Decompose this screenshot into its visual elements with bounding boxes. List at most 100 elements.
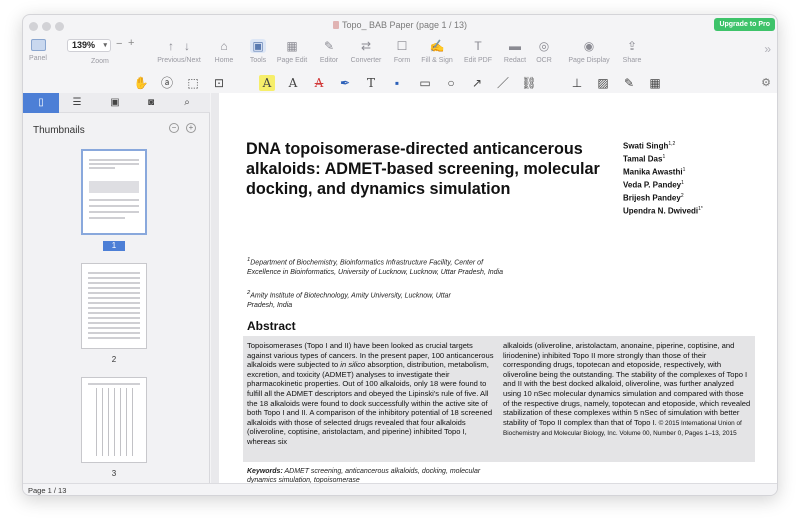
page-edit-label: Page Edit (276, 57, 308, 64)
more-tools-chevron-icon[interactable]: » (764, 42, 771, 56)
paper-title: DNA topoisomerase-directed anticancerous… (246, 140, 600, 198)
redact-icon: ▬ (509, 39, 521, 53)
sign-pen-icon[interactable]: ✎ (621, 75, 637, 91)
ocr-icon: ◎ (538, 39, 550, 53)
page-edit-button[interactable]: ▦ Page Edit (275, 37, 309, 73)
panel-label: Panel (29, 55, 47, 62)
thumbnail-page-2[interactable] (81, 263, 147, 349)
redact-label: Redact (503, 57, 527, 64)
panel-button[interactable]: Panel (27, 37, 49, 73)
signature-icon: ✍ (429, 39, 445, 53)
area-select-icon[interactable]: ⊡ (211, 75, 227, 91)
annotation-icon: ▣ (110, 97, 120, 108)
abstract-box: Topoisomerases (Topo I and II) have been… (243, 336, 755, 462)
convert-icon: ⇄ (360, 39, 372, 53)
share-label: Share (622, 57, 642, 64)
pdf-page: DNA topoisomerase-directed anticancerous… (219, 93, 777, 483)
table-icon[interactable]: ▦ (647, 75, 663, 91)
edit-pdf-label: Edit PDF (463, 57, 492, 64)
sidebar-tabs: ▯ ☰ ▣ ◙ ⌕ (23, 93, 210, 113)
thumbnail-page-1[interactable] (81, 149, 147, 235)
affiliation-2: 2Amity Institute of Biotechnology, Amity… (247, 290, 451, 310)
upgrade-button[interactable]: Upgrade to Pro (714, 18, 775, 31)
window-title-text: Topo_ BAB Paper (page 1 / 13) (341, 20, 468, 30)
abstract-heading: Abstract (247, 319, 296, 333)
author: Swati Singh1,2 (623, 141, 676, 151)
zoom-value: 139% (72, 40, 96, 50)
rectangle-icon[interactable]: ▭ (417, 75, 433, 91)
pen-icon[interactable]: ✒ (337, 75, 353, 91)
author: Veda P. Pandey1 (623, 180, 684, 190)
tools-button[interactable]: ▣ Tools (245, 37, 271, 73)
text-box-icon[interactable]: T (363, 75, 379, 91)
affiliation-1: 1Department of Biochemistry, Bioinformat… (247, 257, 504, 277)
title-bar: Topo_ BAB Paper (page 1 / 13) Upgrade to… (23, 15, 777, 37)
underline-icon[interactable]: A (285, 75, 301, 91)
home-button[interactable]: ⌂ Home (211, 37, 237, 73)
strikethrough-icon[interactable]: A (311, 75, 327, 91)
previous-next-label: Previous/Next (157, 57, 201, 64)
editor-button[interactable]: ✎ Editor (315, 37, 343, 73)
home-icon: ⌂ (220, 39, 228, 53)
thumbnail-zoom-in-icon[interactable]: + (186, 123, 196, 133)
sidebar: ▯ ☰ ▣ ◙ ⌕ Thumbnails − + 1 2 3 (23, 93, 210, 483)
form-icon: ☐ (396, 39, 408, 53)
pdf-file-icon (332, 21, 339, 29)
author-list: Swati Singh1,2 Tamal Das1 Manika Awasthi… (623, 139, 703, 217)
select-text-icon[interactable]: ⓐ (159, 75, 175, 91)
tools-label: Tools (249, 57, 267, 64)
tab-search[interactable]: ⌕ (169, 93, 205, 113)
line-icon[interactable]: ／ (495, 75, 511, 91)
zoom-label: Zoom (91, 58, 109, 65)
text-edit-icon: T (474, 39, 482, 53)
edit-pdf-button[interactable]: T Edit PDF (461, 37, 495, 73)
thumbnail-page-number: 2 (111, 355, 117, 364)
author: Manika Awasthi1 (623, 167, 686, 177)
redact-button[interactable]: ▬ Redact (501, 37, 529, 73)
circle-icon[interactable]: ○ (443, 75, 459, 91)
zoom-out-button[interactable]: − (116, 38, 122, 50)
highlight-icon[interactable]: A (259, 75, 275, 91)
document-viewer[interactable]: DNA topoisomerase-directed anticancerous… (211, 93, 777, 483)
stamp-icon[interactable]: ⊥ (569, 75, 585, 91)
form-button[interactable]: ☐ Form (389, 37, 415, 73)
comment-icon[interactable]: ▪ (389, 75, 405, 91)
previous-next-buttons[interactable]: ↑ ↓ Previous/Next (153, 37, 205, 73)
share-button[interactable]: ⇪ Share (619, 37, 645, 73)
ocr-label: OCR (536, 57, 552, 64)
camera-icon: ◙ (147, 97, 155, 108)
list-icon: ☰ (72, 97, 82, 108)
chevron-down-icon: ▾ (103, 42, 107, 49)
page-icon: ▯ (38, 97, 44, 108)
thumbnail-zoom-out-icon[interactable]: − (169, 123, 179, 133)
link-icon[interactable]: ⛓ (521, 75, 537, 91)
zoom-in-button[interactable]: + (128, 37, 134, 49)
image-icon[interactable]: ▨ (595, 75, 611, 91)
gear-icon[interactable]: ⚙ (761, 76, 771, 89)
page-display-label: Page Display (568, 57, 610, 64)
app-window: Topo_ BAB Paper (page 1 / 13) Upgrade to… (22, 14, 778, 496)
zoom-select[interactable]: 139% ▾ (67, 39, 111, 52)
author: Upendra N. Dwivedi1* (623, 206, 703, 216)
converter-button[interactable]: ⇄ Converter (347, 37, 385, 73)
fill-sign-button[interactable]: ✍ Fill & Sign (419, 37, 455, 73)
search-icon: ⌕ (184, 97, 190, 108)
thumbnail-page-number: 3 (111, 469, 117, 478)
ocr-button[interactable]: ◎ OCR (533, 37, 555, 73)
tab-thumbnails[interactable]: ▯ (23, 93, 59, 113)
tab-outline[interactable]: ☰ (59, 93, 95, 113)
tab-snapshots[interactable]: ◙ (133, 93, 169, 113)
tab-annotations[interactable]: ▣ (97, 93, 133, 113)
home-label: Home (214, 57, 234, 64)
hand-tool-icon[interactable]: ✋ (133, 75, 149, 91)
page-display-button[interactable]: ◉ Page Display (565, 37, 613, 73)
author: Brijesh Pandey2 (623, 193, 684, 203)
form-label: Form (393, 57, 411, 64)
arrow-icon[interactable]: ↗ (469, 75, 485, 91)
thumbnail-page-3[interactable] (81, 377, 147, 463)
converter-label: Converter (350, 57, 382, 64)
marquee-select-icon[interactable]: ⬚ (185, 75, 201, 91)
abstract-right-column: alkaloids (oliveroline, aristolactam, an… (503, 341, 751, 438)
annotation-toolbar: ✋ ⓐ ⬚ ⊡ A A A ✒ T ▪ ▭ ○ ↗ ／ ⛓ ⊥ ▨ ✎ ▦ ⚙ (23, 73, 777, 93)
eye-icon: ◉ (583, 39, 595, 53)
